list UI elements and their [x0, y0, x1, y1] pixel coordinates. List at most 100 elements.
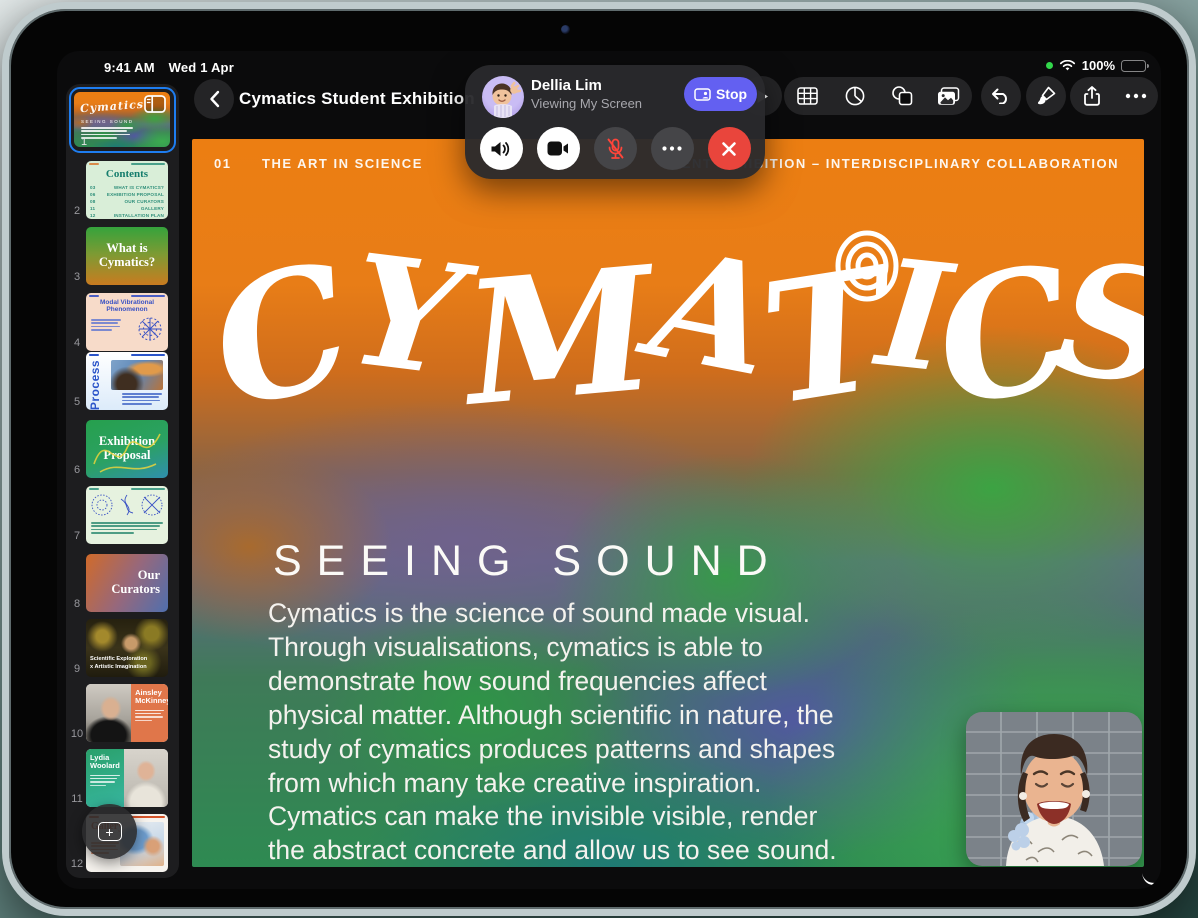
shapes-icon — [891, 86, 912, 106]
crescent-mark — [1142, 873, 1161, 885]
close-x-icon — [722, 141, 736, 156]
thumb-title: Contents — [105, 168, 149, 180]
screen-share-icon — [694, 87, 711, 101]
insert-chart-button[interactable] — [833, 77, 877, 115]
slide-number: 10 — [70, 728, 84, 740]
thumb-title: Modal Vibrational Phenomenon — [99, 299, 155, 313]
memoji-avatar — [492, 81, 522, 118]
slide-number: 7 — [73, 530, 81, 542]
back-button[interactable] — [194, 79, 234, 119]
facetime-controls-overlay: Dellia Lim Viewing My Screen Stop — [465, 65, 765, 179]
share-status: Viewing My Screen — [531, 96, 643, 111]
mute-button-muted[interactable] — [593, 127, 637, 170]
stop-sharing-button[interactable]: Stop — [684, 77, 757, 111]
share-icon — [1084, 86, 1100, 106]
slide-number: 11 — [71, 793, 83, 805]
navigator-toggle-button[interactable] — [144, 95, 166, 113]
table-icon — [797, 87, 818, 105]
slide-thumbnail-11[interactable]: Lydia Woolard — [86, 749, 168, 807]
ipad-device-frame: 9:41 AM Wed 1 Apr 100% Cymatics Student … — [2, 2, 1196, 916]
plus-icon: + — [97, 822, 122, 841]
slide-thumbnail-1-selected[interactable]: Cymatics SEEING SOUND 1 — [69, 87, 176, 153]
thumb1-heading: SEEING SOUND — [81, 119, 134, 124]
slide-thumbnail-7[interactable] — [86, 486, 168, 544]
thumb-title: Lydia Woolard — [90, 753, 120, 771]
facetime-pip-video[interactable] — [966, 712, 1142, 866]
cymatic-pattern-icon — [138, 317, 162, 341]
slide-thumbnail-10[interactable]: Ainsley McKinney — [86, 684, 168, 742]
pie-chart-icon — [845, 86, 864, 106]
ipad-marketing-scene: 9:41 AM Wed 1 Apr 100% Cymatics Student … — [0, 0, 1198, 918]
slide-eyebrow-left[interactable]: THE ART IN SCIENCE — [262, 156, 423, 171]
undo-button[interactable] — [981, 76, 1021, 116]
slide-body-text[interactable]: Cymatics is the science of sound made vi… — [268, 597, 860, 867]
camera-button[interactable] — [536, 127, 580, 170]
speaker-icon — [491, 141, 510, 156]
speaker-button[interactable] — [479, 127, 523, 170]
camera-active-indicator — [1045, 62, 1053, 69]
thumb-title: Our Curators — [111, 568, 160, 596]
document-title: Cymatics Student Exhibition — [239, 89, 475, 108]
format-button[interactable] — [1026, 76, 1066, 116]
slide-number: 1 — [80, 136, 88, 148]
svg-text:M: M — [452, 229, 667, 445]
thumb-photo — [123, 749, 168, 807]
photos-icon — [938, 86, 960, 105]
thumb-title: Scientific Exploration x Artistic Imagin… — [90, 656, 148, 670]
end-call-button[interactable] — [707, 127, 751, 170]
slide-thumbnail-3[interactable]: What is Cymatics? — [86, 227, 168, 285]
slide-number: 12 — [70, 858, 84, 870]
chevron-left-icon — [209, 90, 219, 108]
thumb1-title-scribble: Cymatics — [79, 97, 145, 116]
participant-avatar — [482, 76, 524, 118]
insert-media-button[interactable] — [927, 77, 971, 115]
status-time: 9:41 AM — [104, 60, 155, 75]
slide-navigator: Cymatics SEEING SOUND 1 2 Contents 03 WH… — [66, 84, 179, 878]
ellipsis-icon — [1125, 93, 1147, 99]
battery-icon — [1121, 59, 1149, 72]
ellipsis-icon — [662, 146, 682, 151]
svg-text:S: S — [1047, 225, 1144, 422]
remote-participant-video — [1006, 734, 1104, 866]
stop-label: Stop — [715, 86, 748, 102]
participant-name: Dellia Lim — [531, 77, 602, 94]
slide-number: 2 — [73, 205, 81, 217]
insert-table-button[interactable] — [786, 77, 830, 115]
slide-thumbnail-9[interactable]: Scientific Exploration x Artistic Imagin… — [86, 619, 168, 677]
undo-icon — [992, 88, 1007, 104]
slide-thumbnail-6[interactable]: Exhibition Proposal — [86, 420, 168, 478]
cymatic-patterns-row — [91, 494, 163, 516]
mic-slash-icon — [607, 138, 623, 159]
thumb-title: What is Cymatics? — [98, 241, 156, 269]
thumb-photo — [111, 360, 163, 390]
slide-page-number[interactable]: 01 — [214, 156, 231, 171]
share-button[interactable] — [1070, 77, 1114, 115]
share-toolbar-group — [1070, 77, 1158, 115]
slide-heading[interactable]: SEEING SOUND — [273, 537, 783, 586]
thumb-title: Ainsley McKinney — [135, 688, 168, 706]
more-call-options-button[interactable] — [650, 127, 694, 170]
sidebar-panel-icon — [144, 95, 166, 113]
document-title-menu[interactable]: Cymatics Student Exhibition — [239, 89, 501, 109]
video-camera-icon — [547, 141, 568, 156]
svg-text:C: C — [199, 224, 370, 448]
slide-thumbnail-8[interactable]: Our Curators — [86, 554, 168, 612]
paintbrush-icon — [1037, 86, 1056, 105]
slide-number: 3 — [73, 271, 81, 283]
thumb-photo — [86, 684, 132, 742]
wifi-icon — [1059, 59, 1075, 70]
slide-number: 6 — [73, 464, 81, 476]
status-date: Wed 1 Apr — [168, 60, 234, 75]
slide-thumbnail-2[interactable]: Contents 03 WHAT IS CYMATICS? 06 EXHIBITIO… — [86, 161, 168, 219]
scribble-decoration — [93, 433, 161, 473]
ipad-screen: 9:41 AM Wed 1 Apr 100% Cymatics Student … — [57, 51, 1161, 889]
insert-shape-button[interactable] — [880, 77, 924, 115]
cymatics-display-title[interactable]: C Y M A T I C S — [199, 191, 1144, 459]
slide-canvas[interactable]: 01 THE ART IN SCIENCE ENT EXHIBITION – I… — [192, 139, 1144, 867]
add-slide-button[interactable]: + — [82, 804, 137, 859]
insert-toolbar-group — [784, 77, 972, 115]
slide-thumbnail-4[interactable]: Modal Vibrational Phenomenon — [86, 293, 168, 351]
slide-number: 5 — [73, 396, 81, 408]
more-button[interactable] — [1114, 77, 1158, 115]
slide-thumbnail-5[interactable]: Process — [86, 352, 168, 410]
